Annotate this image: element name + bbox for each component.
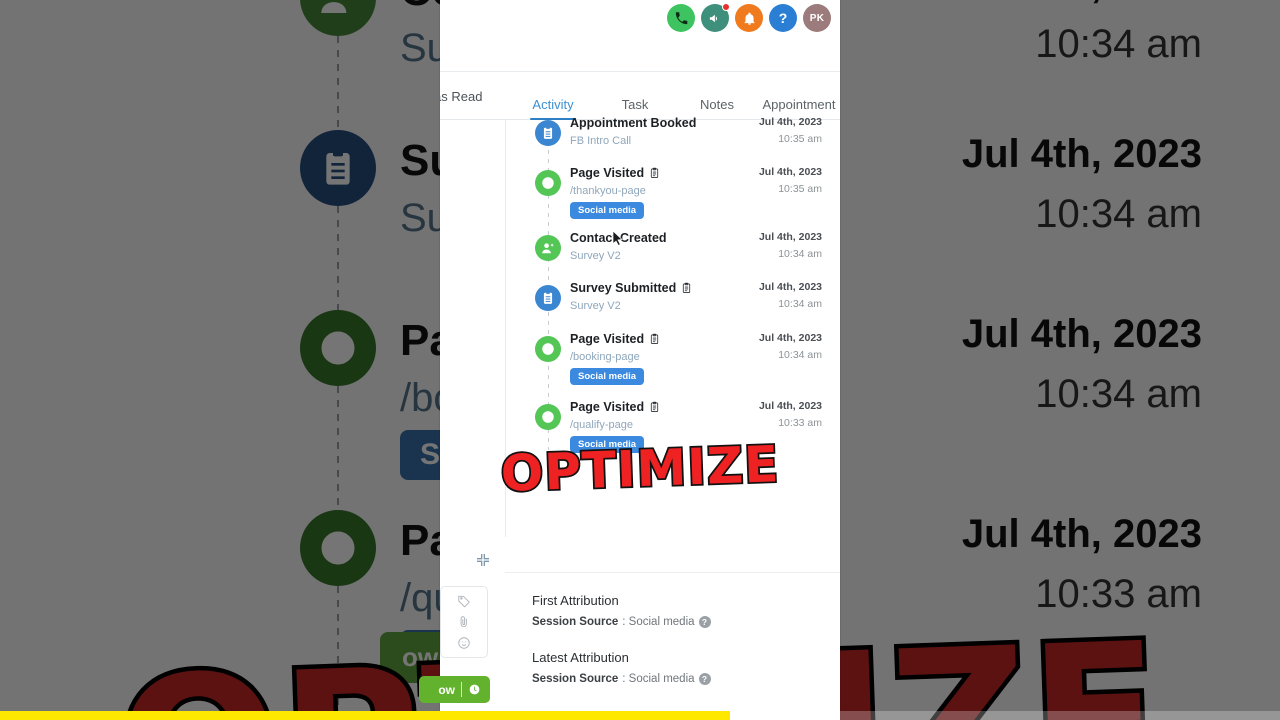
activity-title-text: Page Visited [570, 332, 645, 346]
activity-date: Jul 4th, 2023 [758, 281, 822, 293]
help-icon[interactable]: ? [769, 4, 797, 32]
latest-attribution-value: : Social media [622, 673, 695, 685]
megaphone-icon[interactable] [701, 3, 730, 32]
status-badge: Social media [570, 202, 645, 219]
activity-date: Jul 4th, 2023 [758, 116, 822, 128]
activity-title: Survey Submitted [570, 281, 750, 295]
activity-timestamp: Jul 4th, 2023 10:34 am [759, 281, 822, 310]
activity-title: Page Visited [570, 166, 750, 180]
clock-icon[interactable] [468, 683, 481, 696]
globe-icon [535, 170, 561, 196]
help-icon[interactable]: ? [698, 616, 711, 628]
video-progress-fill [0, 711, 730, 720]
latest-attribution-label: Session Source [532, 673, 619, 685]
clipboard-icon [535, 120, 561, 146]
activity-time: 10:35 am [778, 183, 822, 195]
first-attribution-value: : Social media [622, 616, 695, 628]
activity-subtitle[interactable]: /qualify-page [570, 419, 750, 431]
first-attribution-line: Session Source: Social media ? [532, 616, 840, 628]
status-badge: Social media [570, 368, 645, 385]
activity-subtitle[interactable]: Survey V2 [570, 300, 750, 312]
panel-header: ? PK [440, 0, 840, 72]
latest-attribution-heading: Latest Attribution [532, 650, 629, 665]
screenshot-stage: Co Sur Jul 4th, 2023 10:34 am Su Sur Jul… [0, 0, 1280, 720]
globe-icon [535, 336, 561, 362]
background-row-date: Jul 4th, 2023 [961, 512, 1202, 556]
compose-toolbar [440, 586, 488, 658]
background-row-time: 10:34 am [1035, 22, 1202, 66]
latest-attribution-line: Session Source: Social media ? [532, 673, 840, 685]
activity-time: 10:34 am [778, 349, 822, 361]
activity-time: 10:34 am [778, 298, 822, 310]
activity-title: Contact Created [570, 231, 750, 245]
activity-time: 10:35 am [778, 133, 822, 145]
clipboard-icon [535, 285, 561, 311]
video-progress-bar[interactable] [0, 711, 1280, 720]
tabs: Activity Task Notes Appointment [512, 72, 840, 120]
notification-badge [722, 3, 730, 11]
activity-body: Page Visited /thankyou-page Social media [570, 166, 750, 219]
clipboard-copy-icon[interactable] [649, 333, 660, 345]
activity-title: Page Visited [570, 400, 750, 414]
tag-icon[interactable] [457, 594, 471, 608]
activity-title-text: Survey Submitted [570, 281, 677, 295]
activity-date: Jul 4th, 2023 [758, 332, 822, 344]
first-attribution-heading: First Attribution [532, 593, 619, 608]
clipboard-copy-icon[interactable] [649, 401, 660, 413]
mark-as-read-label[interactable]: as Read [440, 89, 482, 104]
activity-timestamp: Jul 4th, 2023 10:35 am [759, 116, 822, 145]
activity-body: Page Visited /booking-page Social media [570, 332, 750, 385]
background-row-date: Jul 4th, 2023 [962, 0, 1202, 7]
activity-timestamp: Jul 4th, 2023 10:34 am [759, 332, 822, 361]
activity-timestamp: Jul 4th, 2023 10:35 am [759, 166, 822, 195]
activity-title-text: Page Visited [570, 400, 645, 414]
activity-body: Survey Submitted Survey V2 [570, 281, 750, 312]
person-add-icon [535, 235, 561, 261]
activity-date: Jul 4th, 2023 [758, 166, 822, 178]
background-row-time: 10:34 am [1035, 372, 1202, 416]
activity-title: Appointment Booked [570, 116, 750, 130]
activity-timestamp: Jul 4th, 2023 10:34 am [759, 231, 822, 260]
globe-icon [535, 404, 561, 430]
paperclip-icon[interactable] [457, 615, 471, 629]
globe-icon [300, 510, 376, 586]
send-now-label: ow [438, 682, 455, 697]
emoji-icon[interactable] [457, 636, 471, 650]
tab-bar: as Read Activity Task Notes Appointment [440, 72, 840, 120]
help-icon[interactable]: ? [698, 673, 711, 685]
activity-body: Appointment Booked FB Intro Call [570, 116, 750, 147]
send-now-button[interactable]: ow [419, 676, 490, 703]
optimize-overlay-text: OPTIMIZE [498, 433, 782, 504]
avatar[interactable]: PK [803, 4, 831, 32]
activity-time: 10:34 am [778, 248, 822, 260]
clipboard-copy-icon[interactable] [681, 282, 692, 294]
collapse-icon[interactable] [475, 552, 491, 568]
activity-subtitle[interactable]: /thankyou-page [570, 185, 750, 197]
bell-icon[interactable] [735, 4, 763, 32]
activity-date: Jul 4th, 2023 [758, 231, 822, 243]
header-action-icons: ? PK [667, 3, 831, 32]
phone-icon[interactable] [667, 4, 695, 32]
globe-icon [300, 310, 376, 386]
activity-time: 10:33 am [778, 417, 822, 429]
activity-title: Page Visited [570, 332, 750, 346]
activity-title-text: Appointment Booked [570, 116, 697, 130]
activity-subtitle[interactable]: /booking-page [570, 351, 750, 363]
attribution-section: First Attribution Session Source: Social… [505, 572, 840, 720]
background-row-date: Jul 4th, 2023 [961, 312, 1202, 356]
first-attribution-label: Session Source [532, 616, 619, 628]
activity-subtitle[interactable]: FB Intro Call [570, 135, 750, 147]
person-add-icon [300, 0, 376, 36]
background-row-time: 10:34 am [1035, 192, 1202, 236]
activity-body: Contact Created Survey V2 [570, 231, 750, 262]
activity-date: Jul 4th, 2023 [758, 400, 822, 412]
activity-title-text: Page Visited [570, 166, 645, 180]
activity-subtitle[interactable]: Survey V2 [570, 250, 750, 262]
send-divider [461, 682, 462, 697]
mouse-cursor [612, 230, 623, 246]
background-row-date: Jul 4th, 2023 [961, 132, 1202, 176]
clipboard-copy-icon[interactable] [649, 167, 660, 179]
activity-timestamp: Jul 4th, 2023 10:33 am [759, 400, 822, 429]
clipboard-icon [300, 130, 376, 206]
